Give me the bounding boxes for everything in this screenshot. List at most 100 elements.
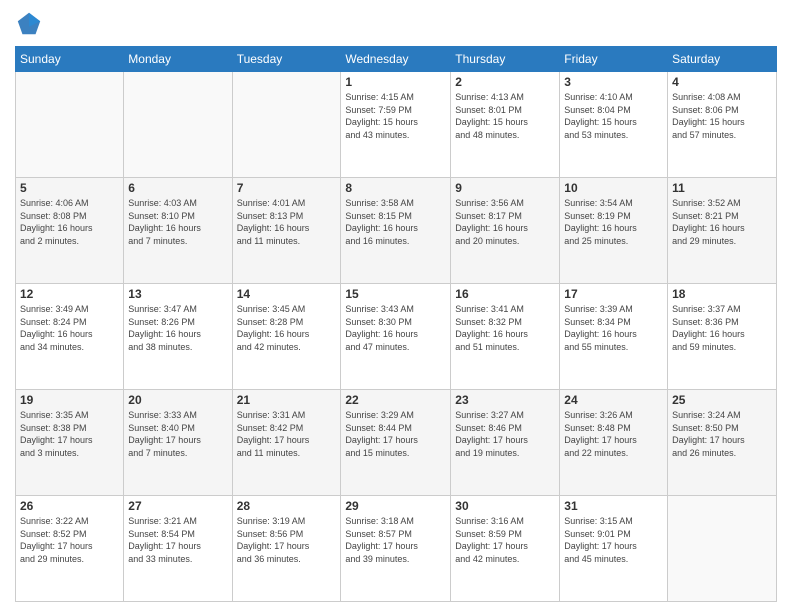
day-number-1: 1 [345,75,446,89]
day-number-20: 20 [128,393,227,407]
day-info-6: Sunrise: 4:03 AM Sunset: 8:10 PM Dayligh… [128,197,227,247]
weekday-header-thursday: Thursday [451,47,560,72]
day-info-4: Sunrise: 4:08 AM Sunset: 8:06 PM Dayligh… [672,91,772,141]
day-cell-12: 12 Sunrise: 3:49 AM Sunset: 8:24 PM Dayli… [16,284,124,390]
day-cell-23: 23Sunrise: 3:27 AM Sunset: 8:46 PM Dayli… [451,390,560,496]
day-number-26: 26 [20,499,119,513]
day-cell-31: 31 Sunrise: 3:15 AM Sunset: 9:01 PM Dayli… [560,496,668,602]
day-number-28: 28 [237,499,337,513]
day-cell-15: 15Sunrise: 3:43 AM Sunset: 8:30 PM Dayli… [341,284,451,390]
day-cell-19: 19 Sunrise: 3:35 AM Sunset: 8:38 PM Dayli… [16,390,124,496]
day-cell-22: 22 Sunrise: 3:29 AM Sunset: 8:44 PM Dayli… [341,390,451,496]
day-cell-9: 9 Sunrise: 3:56 AM Sunset: 8:17 PM Daylig… [451,178,560,284]
day-info-3: Sunrise: 4:10 AM Sunset: 8:04 PM Dayligh… [564,91,663,141]
day-number-6: 6 [128,181,227,195]
calendar-table: SundayMondayTuesdayWednesdayThursdayFrid… [15,46,777,602]
day-number-23: 23 [455,393,555,407]
day-cell-30: 30Sunrise: 3:16 AM Sunset: 8:59 PM Dayli… [451,496,560,602]
day-info-11: Sunrise: 3:52 AM Sunset: 8:21 PM Dayligh… [672,197,772,247]
day-number-21: 21 [237,393,337,407]
day-info-2: Sunrise: 4:13 AM Sunset: 8:01 PM Dayligh… [455,91,555,141]
day-info-14: Sunrise: 3:45 AM Sunset: 8:28 PM Dayligh… [237,303,337,353]
day-cell-1: 1 Sunrise: 4:15 AM Sunset: 7:59 PM Daylig… [341,72,451,178]
logo [15,10,47,38]
logo-icon [15,10,43,38]
day-number-5: 5 [20,181,119,195]
day-cell-10: 10Sunrise: 3:54 AM Sunset: 8:19 PM Dayli… [560,178,668,284]
day-cell-24: 24Sunrise: 3:26 AM Sunset: 8:48 PM Dayli… [560,390,668,496]
day-number-12: 12 [20,287,119,301]
day-info-26: Sunrise: 3:22 AM Sunset: 8:52 PM Dayligh… [20,515,119,565]
day-info-16: Sunrise: 3:41 AM Sunset: 8:32 PM Dayligh… [455,303,555,353]
day-cell-5: 5 Sunrise: 4:06 AM Sunset: 8:08 PM Daylig… [16,178,124,284]
day-number-22: 22 [345,393,446,407]
day-info-19: Sunrise: 3:35 AM Sunset: 8:38 PM Dayligh… [20,409,119,459]
day-info-31: Sunrise: 3:15 AM Sunset: 9:01 PM Dayligh… [564,515,663,565]
day-number-14: 14 [237,287,337,301]
empty-cell [232,72,341,178]
day-cell-4: 4 Sunrise: 4:08 AM Sunset: 8:06 PM Daylig… [668,72,777,178]
day-number-8: 8 [345,181,446,195]
day-number-31: 31 [564,499,663,513]
day-number-13: 13 [128,287,227,301]
day-cell-11: 11 Sunrise: 3:52 AM Sunset: 8:21 PM Dayli… [668,178,777,284]
day-cell-29: 29Sunrise: 3:18 AM Sunset: 8:57 PM Dayli… [341,496,451,602]
day-cell-3: 3 Sunrise: 4:10 AM Sunset: 8:04 PM Daylig… [560,72,668,178]
day-number-3: 3 [564,75,663,89]
page: SundayMondayTuesdayWednesdayThursdayFrid… [0,0,792,612]
day-info-8: Sunrise: 3:58 AM Sunset: 8:15 PM Dayligh… [345,197,446,247]
week-row-4: 19 Sunrise: 3:35 AM Sunset: 8:38 PM Dayli… [16,390,777,496]
day-cell-2: 2 Sunrise: 4:13 AM Sunset: 8:01 PM Daylig… [451,72,560,178]
day-info-22: Sunrise: 3:29 AM Sunset: 8:44 PM Dayligh… [345,409,446,459]
weekday-header-row: SundayMondayTuesdayWednesdayThursdayFrid… [16,47,777,72]
weekday-header-wednesday: Wednesday [341,47,451,72]
week-row-3: 12 Sunrise: 3:49 AM Sunset: 8:24 PM Dayli… [16,284,777,390]
day-cell-20: 20 Sunrise: 3:33 AM Sunset: 8:40 PM Dayli… [124,390,232,496]
day-number-25: 25 [672,393,772,407]
day-info-5: Sunrise: 4:06 AM Sunset: 8:08 PM Dayligh… [20,197,119,247]
weekday-header-tuesday: Tuesday [232,47,341,72]
day-info-18: Sunrise: 3:37 AM Sunset: 8:36 PM Dayligh… [672,303,772,353]
day-number-2: 2 [455,75,555,89]
week-row-5: 26 Sunrise: 3:22 AM Sunset: 8:52 PM Dayli… [16,496,777,602]
day-cell-17: 17Sunrise: 3:39 AM Sunset: 8:34 PM Dayli… [560,284,668,390]
day-number-11: 11 [672,181,772,195]
weekday-header-friday: Friday [560,47,668,72]
day-info-7: Sunrise: 4:01 AM Sunset: 8:13 PM Dayligh… [237,197,337,247]
day-cell-6: 6 Sunrise: 4:03 AM Sunset: 8:10 PM Daylig… [124,178,232,284]
week-row-2: 5 Sunrise: 4:06 AM Sunset: 8:08 PM Daylig… [16,178,777,284]
header [15,10,777,38]
day-cell-7: 7Sunrise: 4:01 AM Sunset: 8:13 PM Daylig… [232,178,341,284]
day-cell-28: 28Sunrise: 3:19 AM Sunset: 8:56 PM Dayli… [232,496,341,602]
day-cell-25: 25 Sunrise: 3:24 AM Sunset: 8:50 PM Dayli… [668,390,777,496]
day-info-21: Sunrise: 3:31 AM Sunset: 8:42 PM Dayligh… [237,409,337,459]
day-cell-8: 8 Sunrise: 3:58 AM Sunset: 8:15 PM Daylig… [341,178,451,284]
day-info-1: Sunrise: 4:15 AM Sunset: 7:59 PM Dayligh… [345,91,446,141]
day-number-19: 19 [20,393,119,407]
day-info-20: Sunrise: 3:33 AM Sunset: 8:40 PM Dayligh… [128,409,227,459]
day-cell-14: 14 Sunrise: 3:45 AM Sunset: 8:28 PM Dayli… [232,284,341,390]
day-cell-26: 26 Sunrise: 3:22 AM Sunset: 8:52 PM Dayli… [16,496,124,602]
day-number-17: 17 [564,287,663,301]
day-number-9: 9 [455,181,555,195]
day-cell-13: 13 Sunrise: 3:47 AM Sunset: 8:26 PM Dayli… [124,284,232,390]
day-number-4: 4 [672,75,772,89]
day-number-10: 10 [564,181,663,195]
empty-cell [668,496,777,602]
weekday-header-saturday: Saturday [668,47,777,72]
day-info-9: Sunrise: 3:56 AM Sunset: 8:17 PM Dayligh… [455,197,555,247]
empty-cell [124,72,232,178]
day-info-25: Sunrise: 3:24 AM Sunset: 8:50 PM Dayligh… [672,409,772,459]
day-cell-21: 21 Sunrise: 3:31 AM Sunset: 8:42 PM Dayli… [232,390,341,496]
day-info-15: Sunrise: 3:43 AM Sunset: 8:30 PM Dayligh… [345,303,446,353]
day-info-30: Sunrise: 3:16 AM Sunset: 8:59 PM Dayligh… [455,515,555,565]
day-number-29: 29 [345,499,446,513]
day-info-13: Sunrise: 3:47 AM Sunset: 8:26 PM Dayligh… [128,303,227,353]
day-number-27: 27 [128,499,227,513]
weekday-header-monday: Monday [124,47,232,72]
week-row-1: 1 Sunrise: 4:15 AM Sunset: 7:59 PM Daylig… [16,72,777,178]
day-cell-27: 27Sunrise: 3:21 AM Sunset: 8:54 PM Dayli… [124,496,232,602]
day-info-12: Sunrise: 3:49 AM Sunset: 8:24 PM Dayligh… [20,303,119,353]
day-number-16: 16 [455,287,555,301]
day-number-24: 24 [564,393,663,407]
